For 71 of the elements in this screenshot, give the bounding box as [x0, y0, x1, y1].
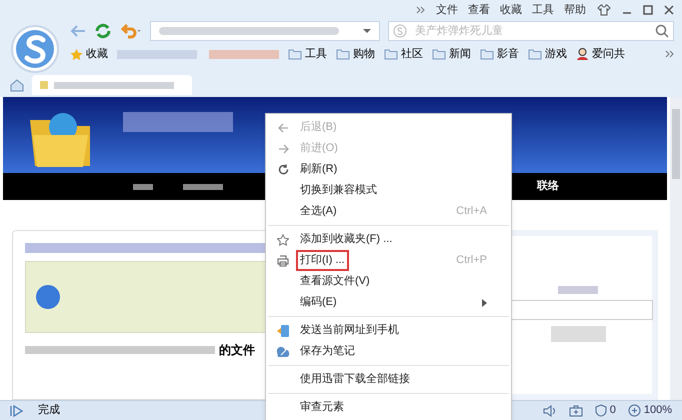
status-text: 完成	[38, 402, 60, 418]
folder-icon	[384, 48, 398, 60]
bookmark[interactable]: 工具	[305, 46, 327, 62]
menu-item[interactable]: 保存为笔记	[300, 343, 355, 360]
nav-link[interactable]: 联络	[537, 178, 559, 195]
back-arrow-icon	[278, 122, 288, 132]
bookmark[interactable]: 新闻	[449, 46, 471, 62]
menu-item[interactable]: 文件	[436, 2, 458, 18]
bookmark[interactable]: 社区	[401, 46, 423, 62]
star-icon	[277, 234, 289, 246]
address-field[interactable]	[150, 21, 380, 41]
forward-arrow-icon	[278, 144, 288, 154]
shortcut-label: Ctrl+A	[456, 204, 487, 220]
menu-item[interactable]: 刷新(R)	[300, 161, 338, 178]
printer-icon	[277, 254, 289, 266]
menu-item[interactable]: 收藏	[500, 2, 522, 18]
folder-icon	[528, 48, 542, 60]
menu-item[interactable]: 审查元素	[300, 399, 344, 416]
refresh-icon[interactable]	[94, 22, 112, 40]
text-snippet: 的文件	[219, 342, 255, 359]
phone-icon	[276, 324, 290, 338]
more-icon[interactable]	[665, 50, 674, 58]
home-icon[interactable]	[10, 78, 24, 92]
scrollbar[interactable]	[670, 97, 682, 400]
menu-item[interactable]: 查看源文件(V)	[300, 273, 370, 290]
more-icon[interactable]	[416, 6, 425, 14]
zoom-level[interactable]: 100%	[644, 402, 672, 419]
undo-icon[interactable]	[120, 23, 142, 39]
speaker-icon[interactable]	[542, 404, 557, 416]
blocked-count: 0	[610, 403, 616, 418]
menu-item[interactable]: 帮助	[564, 2, 586, 18]
person-icon	[576, 47, 589, 61]
menu-item[interactable]: 全选(A)	[300, 203, 337, 220]
menu-item[interactable]: 切换到兼容模式	[300, 182, 377, 199]
close-icon[interactable]	[664, 5, 674, 15]
shirt-icon[interactable]	[597, 4, 611, 16]
bookmark[interactable]: 爱问共	[592, 46, 625, 62]
zoom-icon[interactable]	[628, 404, 641, 417]
folder-icon	[288, 48, 302, 60]
tab-favicon	[40, 81, 48, 89]
folder-icon	[432, 48, 446, 60]
search-icon[interactable]	[655, 24, 669, 38]
bookmark[interactable]: 影音	[497, 46, 519, 62]
notice-icon	[36, 285, 60, 309]
back-icon[interactable]	[70, 24, 86, 38]
search-field[interactable]: 美产炸弹炸死儿童	[388, 21, 674, 41]
blurred-logo	[558, 286, 598, 294]
menu-item[interactable]: 添加到收藏夹(F) ...	[300, 231, 392, 248]
shortcut-label: Ctrl+P	[456, 253, 487, 268]
browser-logo-icon[interactable]	[10, 24, 60, 74]
note-icon	[276, 346, 290, 358]
bookmark[interactable]: 游戏	[545, 46, 567, 62]
menu-item[interactable]: 打印(I) ...	[296, 250, 349, 271]
toolbox-icon[interactable]	[568, 404, 583, 416]
sidebar-toggle-icon[interactable]	[10, 404, 24, 416]
refresh-icon	[278, 164, 288, 175]
menu-item[interactable]: 工具	[532, 2, 554, 18]
dropdown-icon[interactable]	[363, 28, 371, 34]
star-icon	[70, 48, 83, 60]
folder-icon	[336, 48, 350, 60]
menu-item[interactable]: 编码(E)	[300, 294, 337, 311]
folder-icon	[480, 48, 494, 60]
maximize-icon[interactable]	[643, 5, 653, 15]
bookmark[interactable]: 购物	[353, 46, 375, 62]
search-input[interactable]: 美产炸弹炸死儿童	[415, 22, 647, 40]
search-engine-icon	[393, 24, 407, 38]
menu-item[interactable]: 使用迅雷下载全部链接	[300, 371, 410, 388]
shield-icon[interactable]	[594, 404, 607, 417]
bookmark[interactable]: 收藏	[86, 46, 108, 62]
menu-item[interactable]: 发送当前网址到手机	[300, 322, 399, 339]
menu-item[interactable]: 查看	[468, 2, 490, 18]
